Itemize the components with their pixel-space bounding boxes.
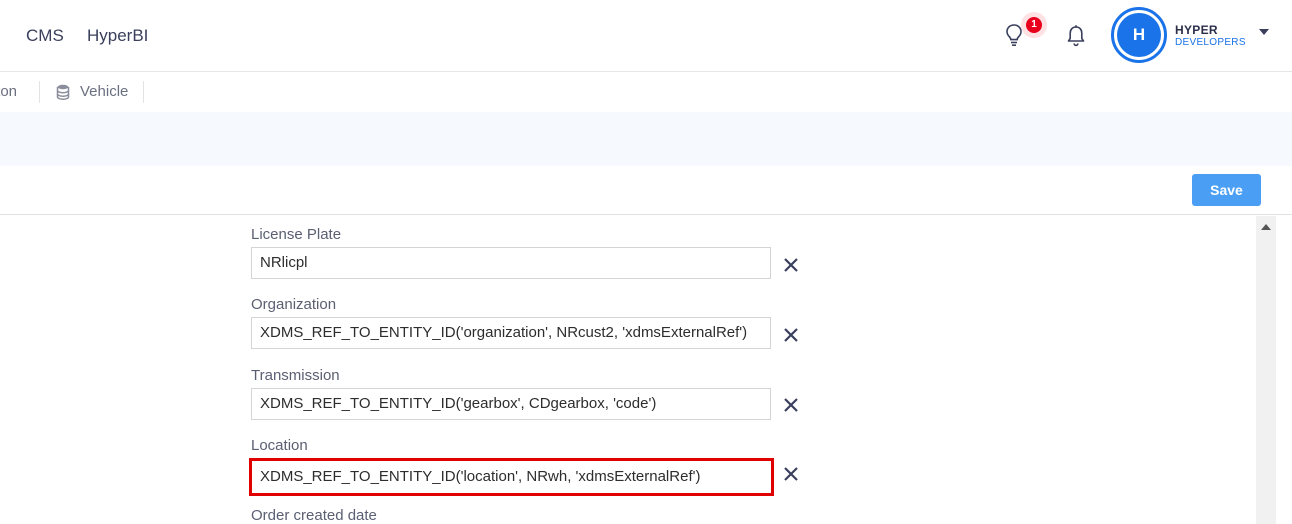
close-icon[interactable] [781, 464, 801, 484]
location-label: Location [251, 437, 308, 454]
avatar[interactable]: H [1117, 13, 1161, 57]
transmission-input[interactable]: XDMS_REF_TO_ENTITY_ID('gearbox', CDgearb… [251, 388, 771, 420]
nav-link-hyperbi[interactable]: HyperBI [87, 26, 148, 46]
bell-icon[interactable] [1066, 24, 1086, 48]
save-button[interactable]: Save [1192, 174, 1261, 206]
license-plate-label: License Plate [251, 226, 342, 243]
header-band [0, 112, 1292, 166]
close-icon[interactable] [781, 395, 801, 415]
organization-label: Organization [251, 296, 337, 313]
notification-badge: 1 [1026, 17, 1042, 33]
scroll-up-arrow-icon[interactable] [1261, 224, 1271, 230]
panel-toolbar: Save [0, 166, 1292, 215]
tab-divider [39, 81, 40, 103]
nav-link-cms[interactable]: CMS [26, 26, 64, 46]
tab-vehicle[interactable]: Vehicle [80, 83, 128, 100]
order-created-date-label: Order created date [251, 507, 377, 524]
scrollbar[interactable] [1256, 216, 1276, 524]
tab-button[interactable]: tton [0, 83, 17, 100]
brand-subtitle: DEVELOPERS [1175, 37, 1246, 48]
close-icon[interactable] [781, 325, 801, 345]
license-plate-input[interactable]: NRlicpl [251, 247, 771, 279]
location-input[interactable]: XDMS_REF_TO_ENTITY_ID('location', NRwh, … [249, 458, 774, 496]
chevron-down-icon[interactable] [1259, 29, 1269, 35]
database-icon [56, 84, 70, 100]
organization-input[interactable]: XDMS_REF_TO_ENTITY_ID('organization', NR… [251, 317, 771, 349]
edit-panel: Save License Plate NRlicpl Organization … [0, 166, 1292, 524]
tab-divider [143, 81, 144, 103]
tab-bar: tton Vehicle [0, 72, 1292, 112]
transmission-label: Transmission [251, 367, 340, 384]
close-icon[interactable] [781, 255, 801, 275]
top-navbar: CMS HyperBI 1 H HYPER DEVELOPERS [0, 0, 1292, 72]
brand-name: HYPER [1175, 23, 1218, 37]
